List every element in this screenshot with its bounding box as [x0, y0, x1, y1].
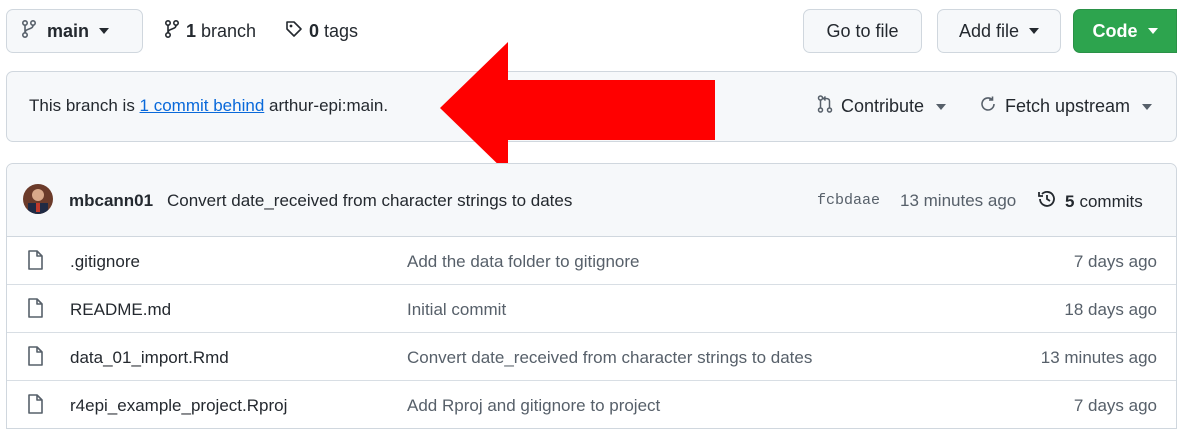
branch-name: main: [47, 20, 90, 41]
file-name[interactable]: .gitignore: [70, 252, 140, 272]
file-icon: [27, 394, 43, 419]
chevron-down-icon: [1142, 103, 1153, 110]
fetch-upstream-dropdown[interactable]: Fetch upstream: [979, 95, 1153, 118]
branch-count: 1: [186, 20, 197, 41]
behind-prefix: This branch is: [29, 96, 140, 115]
behind-message: This branch is 1 commit behind arthur-ep…: [29, 96, 388, 116]
code-label: Code: [1092, 20, 1138, 41]
chevron-down-icon: [1147, 28, 1158, 34]
tags-link[interactable]: 0 tags: [285, 9, 358, 53]
fetch-upstream-label: Fetch upstream: [1005, 96, 1131, 116]
commits-behind-link[interactable]: 1 commit behind: [140, 96, 265, 115]
table-row[interactable]: data_01_import.Rmd Convert date_received…: [7, 333, 1176, 381]
sync-icon: [979, 95, 997, 118]
commit-sha[interactable]: fcbdaae: [817, 192, 880, 209]
branch-count-label: branch: [201, 20, 257, 41]
go-to-file-label: Go to file: [826, 20, 899, 41]
file-commit-message[interactable]: Add the data folder to gitignore: [407, 252, 640, 272]
commits-history-link[interactable]: 5 commits: [1037, 189, 1143, 214]
file-age: 18 days ago: [1064, 300, 1157, 319]
tag-count-label: tags: [324, 20, 359, 41]
chevron-down-icon: [1029, 28, 1040, 34]
behind-suffix: arthur-epi:main.: [264, 96, 389, 115]
commit-message[interactable]: Convert date_received from character str…: [167, 191, 572, 211]
file-age: 7 days ago: [1073, 396, 1157, 415]
contribute-label: Contribute: [841, 96, 925, 116]
file-name[interactable]: README.md: [70, 300, 171, 320]
branches-link[interactable]: 1 branch: [164, 9, 256, 53]
contribute-dropdown[interactable]: Contribute: [817, 95, 947, 118]
go-to-file-button[interactable]: Go to file: [803, 9, 922, 53]
file-commit-message[interactable]: Initial commit: [407, 300, 506, 320]
git-branch-icon: [164, 19, 180, 43]
file-list: mbcann01 Convert date_received from char…: [6, 163, 1177, 429]
file-commit-message[interactable]: Add Rproj and gitignore to project: [407, 396, 660, 416]
chevron-down-icon: [936, 103, 947, 110]
latest-commit-row: mbcann01 Convert date_received from char…: [7, 164, 1176, 237]
table-row[interactable]: .gitignore Add the data folder to gitign…: [7, 237, 1176, 285]
commit-author[interactable]: mbcann01: [69, 191, 153, 211]
file-icon: [27, 298, 43, 323]
add-file-label: Add file: [958, 20, 1020, 41]
add-file-button[interactable]: Add file: [937, 9, 1061, 53]
commit-time: 13 minutes ago: [900, 191, 1017, 210]
file-icon: [27, 346, 43, 371]
red-arrow-annotation: [440, 42, 715, 174]
commit-count-label: commits: [1079, 191, 1143, 211]
table-row[interactable]: r4epi_example_project.Rproj Add Rproj an…: [7, 381, 1176, 429]
avatar[interactable]: [23, 184, 53, 214]
chevron-down-icon: [99, 28, 110, 34]
code-button[interactable]: Code: [1073, 9, 1177, 53]
tag-icon: [285, 20, 303, 43]
file-age: 13 minutes ago: [1040, 348, 1157, 367]
branch-select-button[interactable]: main: [6, 9, 143, 53]
file-age: 7 days ago: [1073, 252, 1157, 271]
file-name[interactable]: data_01_import.Rmd: [70, 348, 229, 368]
file-commit-message[interactable]: Convert date_received from character str…: [407, 348, 812, 368]
arrow-shape: [440, 42, 715, 174]
commit-count: 5: [1065, 191, 1075, 211]
history-icon: [1037, 189, 1057, 214]
table-row[interactable]: README.md Initial commit 18 days ago: [7, 285, 1176, 333]
pull-request-icon: [817, 95, 833, 118]
git-branch-icon: [21, 19, 37, 43]
file-name[interactable]: r4epi_example_project.Rproj: [70, 396, 287, 416]
file-icon: [27, 250, 43, 275]
tag-count: 0: [309, 20, 320, 41]
